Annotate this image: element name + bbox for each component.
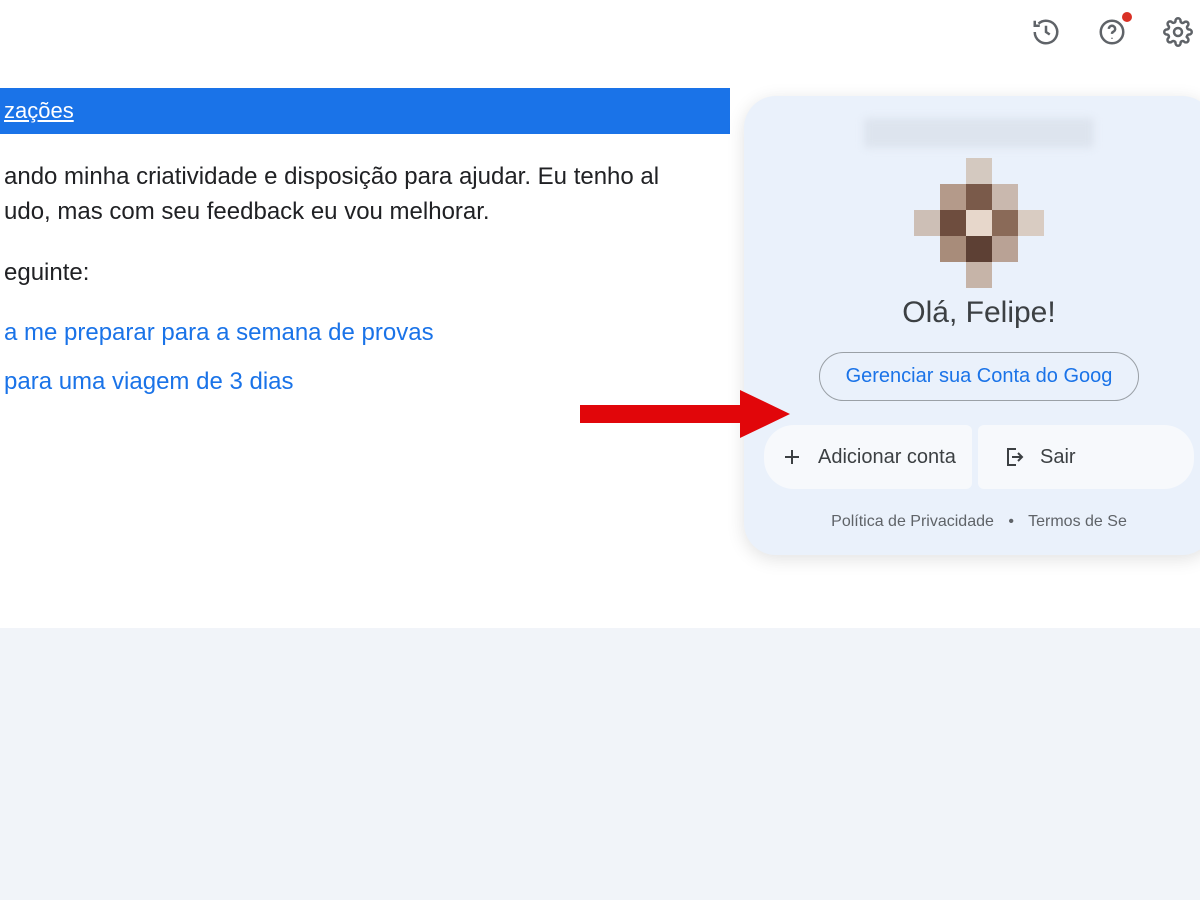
separator-dot: • — [1008, 513, 1014, 530]
terms-link[interactable]: Termos de Se — [1028, 513, 1127, 530]
suggestion-link[interactable]: a me preparar para a semana de provas — [4, 316, 700, 351]
greeting-text: Olá, Felipe! — [764, 296, 1194, 330]
plus-icon — [780, 445, 804, 469]
avatar-image-redacted — [914, 158, 1044, 288]
sign-out-button[interactable]: Sair — [978, 425, 1194, 489]
chat-line: ando minha criatividade e disposição par… — [4, 163, 659, 190]
notification-dot-icon — [1122, 12, 1132, 22]
help-icon — [1097, 17, 1127, 47]
popover-footer: Política de Privacidade • Termos de Se — [764, 513, 1194, 531]
suggestion-link[interactable]: para uma viagem de 3 dias — [4, 365, 700, 400]
privacy-link[interactable]: Política de Privacidade — [831, 513, 994, 530]
account-email-redacted — [864, 118, 1094, 148]
add-account-label: Adicionar conta — [818, 446, 956, 469]
manage-account-button[interactable]: Gerenciar sua Conta do Goog — [819, 352, 1140, 401]
history-icon — [1031, 17, 1061, 47]
gear-icon — [1163, 17, 1193, 47]
settings-button[interactable] — [1160, 14, 1196, 50]
lower-panel — [0, 628, 1200, 900]
sign-out-icon — [1002, 445, 1026, 469]
history-button[interactable] — [1028, 14, 1064, 50]
chat-subheading: eguinte: — [4, 256, 700, 291]
chat-content: ando minha criatividade e disposição par… — [0, 160, 700, 414]
sign-out-label: Sair — [1040, 446, 1076, 469]
update-banner: zações — [0, 88, 730, 134]
help-button[interactable] — [1094, 14, 1130, 50]
chat-paragraph: ando minha criatividade e disposição par… — [4, 160, 700, 230]
account-actions: Adicionar conta Sair — [764, 425, 1194, 489]
chat-line: udo, mas com seu feedback eu vou melhora… — [4, 198, 490, 225]
topbar — [1028, 14, 1196, 50]
avatar[interactable] — [914, 158, 1044, 288]
banner-link[interactable]: zações — [4, 98, 74, 124]
add-account-button[interactable]: Adicionar conta — [764, 425, 972, 489]
account-popover: Olá, Felipe! Gerenciar sua Conta do Goog… — [744, 96, 1200, 555]
